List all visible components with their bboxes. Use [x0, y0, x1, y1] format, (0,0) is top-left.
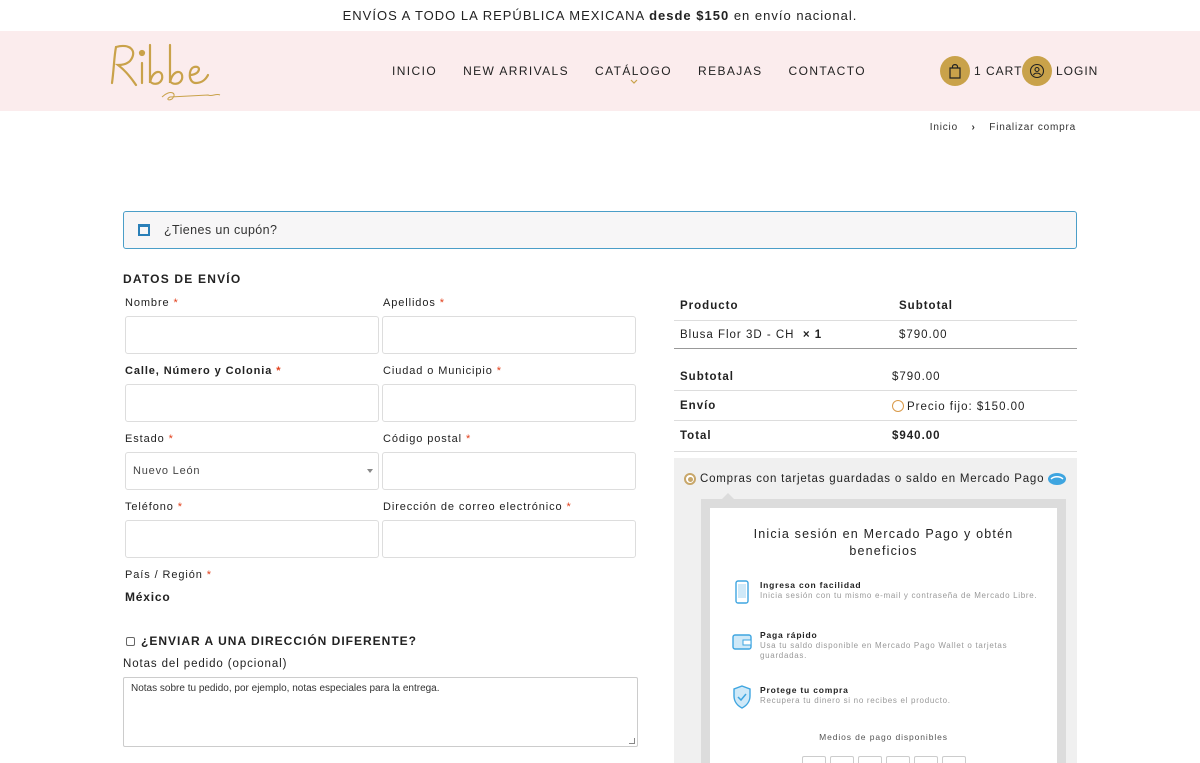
apellidos-input[interactable] [382, 316, 636, 354]
total-label: Total [680, 430, 712, 442]
envio-option[interactable]: Precio fijo: $150.00 [892, 400, 1025, 413]
divider [674, 320, 1077, 321]
divider [674, 348, 1077, 349]
dropdown-arrow-icon [367, 469, 373, 473]
card-brand-icon [914, 756, 938, 763]
announcement-highlight: desde $150 [649, 8, 730, 23]
notes-placeholder: Notas sobre tu pedido, por ejemplo, nota… [131, 683, 440, 694]
card-brand-icon [858, 756, 882, 763]
col-product: Producto [680, 300, 739, 312]
ship-different-toggle[interactable]: ¿ENVIAR A UNA DIRECCIÓN DIFERENTE? [126, 634, 417, 648]
cp-input[interactable] [382, 452, 636, 490]
announcement-text: ENVÍOS A TODO LA REPÚBLICA MEXICANA [342, 8, 645, 23]
announcement-bar: ENVÍOS A TODO LA REPÚBLICA MEXICANA desd… [0, 0, 1200, 31]
nav-new-arrivals[interactable]: NEW ARRIVALS [463, 64, 569, 78]
apellidos-label: Apellidos * [383, 297, 445, 309]
divider [674, 390, 1077, 391]
nav-contacto[interactable]: CONTACTO [789, 64, 866, 78]
chevron-down-icon [630, 79, 637, 84]
nombre-label: Nombre * [125, 297, 179, 309]
mp-title: Inicia sesión en Mercado Pago y obtén be… [753, 527, 1014, 558]
cart-label: 1 CART [974, 64, 1023, 78]
mercadopago-label[interactable]: Compras con tarjetas guardadas o saldo e… [700, 473, 1044, 485]
breadcrumb-current: Finalizar compra [989, 122, 1076, 133]
mp-methods-label: Medios de pago disponibles [819, 732, 948, 742]
card-brands [802, 756, 970, 763]
login-link[interactable]: LOGIN [1022, 31, 1098, 111]
envio-label: Envío [680, 400, 717, 412]
notes-label: Notas del pedido (opcional) [123, 658, 288, 670]
login-label: LOGIN [1056, 64, 1099, 78]
coupon-text[interactable]: ¿Tienes un cupón? [164, 223, 277, 237]
announcement-suffix: en envío nacional. [733, 8, 858, 23]
nav-catalogo-label: CATÁLOGO [595, 64, 673, 78]
coupon-notice[interactable]: ¿Tienes un cupón? [123, 211, 1077, 249]
breadcrumb: Inicio › Finalizar compra [930, 122, 1076, 133]
nombre-input[interactable] [125, 316, 379, 354]
card-brand-icon [886, 756, 910, 763]
email-label: Dirección de correo electrónico * [383, 501, 572, 513]
divider [674, 451, 1077, 452]
payment-methods: Compras con tarjetas guardadas o saldo e… [674, 458, 1077, 763]
calle-label: Calle, Número y Colonia * [125, 365, 282, 377]
nav-rebajas[interactable]: REBAJAS [698, 64, 763, 78]
estado-value: Nuevo León [133, 465, 201, 477]
mercadopago-option[interactable]: Compras con tarjetas guardadas o saldo e… [684, 472, 1067, 486]
telefono-label: Teléfono * [125, 501, 183, 513]
wallet-icon [732, 634, 752, 650]
shopping-bag-icon [940, 56, 970, 86]
resize-grip-icon[interactable] [629, 738, 635, 744]
envio-radio[interactable] [892, 400, 904, 412]
pais-value: México [125, 590, 171, 604]
card-brand-icon [942, 756, 966, 763]
pais-label: País / Región * [125, 569, 212, 581]
mercadopago-card: Inicia sesión en Mercado Pago y obtén be… [710, 508, 1057, 763]
ciudad-input[interactable] [382, 384, 636, 422]
main-nav: INICIO NEW ARRIVALS CATÁLOGO REBAJAS CON… [392, 31, 892, 111]
divider [674, 420, 1077, 421]
estado-select[interactable]: Nuevo León [125, 452, 379, 490]
ribbe-logo[interactable] [108, 39, 228, 103]
subtotal-label: Subtotal [680, 371, 734, 383]
calle-input[interactable] [125, 384, 379, 422]
breadcrumb-home[interactable]: Inicio [930, 122, 958, 133]
site-header: INICIO NEW ARRIVALS CATÁLOGO REBAJAS CON… [0, 31, 1200, 111]
item-name: Blusa Flor 3D - CH × 1 [680, 329, 823, 341]
email-input[interactable] [382, 520, 636, 558]
cp-label: Código postal * [383, 433, 472, 445]
nav-inicio[interactable]: INICIO [392, 64, 437, 78]
mercadopago-radio[interactable] [684, 473, 696, 485]
nav-catalogo[interactable]: CATÁLOGO [595, 64, 673, 84]
telefono-input[interactable] [125, 520, 379, 558]
breadcrumb-separator: › [971, 122, 976, 133]
shield-icon [733, 685, 751, 709]
notes-textarea[interactable]: Notas sobre tu pedido, por ejemplo, nota… [123, 677, 638, 747]
billing-title: DATOS DE ENVÍO [123, 272, 242, 286]
estado-label: Estado * [125, 433, 174, 445]
user-icon [1022, 56, 1052, 86]
mercadopago-panel: Inicia sesión en Mercado Pago y obtén be… [701, 499, 1066, 763]
ciudad-label: Ciudad o Municipio * [383, 365, 502, 377]
calendar-icon [138, 224, 150, 236]
card-brand-icon [802, 756, 826, 763]
ship-different-checkbox[interactable] [126, 636, 135, 646]
col-subtotal: Subtotal [899, 300, 953, 312]
subtotal-value: $790.00 [892, 371, 941, 383]
cart-link[interactable]: 1 CART [940, 31, 1022, 111]
phone-icon [735, 580, 749, 604]
mercadopago-logo-icon [1048, 473, 1067, 485]
total-value: $940.00 [892, 430, 941, 442]
ship-different-label[interactable]: ¿ENVIAR A UNA DIRECCIÓN DIFERENTE? [141, 634, 417, 648]
item-price: $790.00 [899, 329, 948, 341]
card-brand-icon [830, 756, 854, 763]
